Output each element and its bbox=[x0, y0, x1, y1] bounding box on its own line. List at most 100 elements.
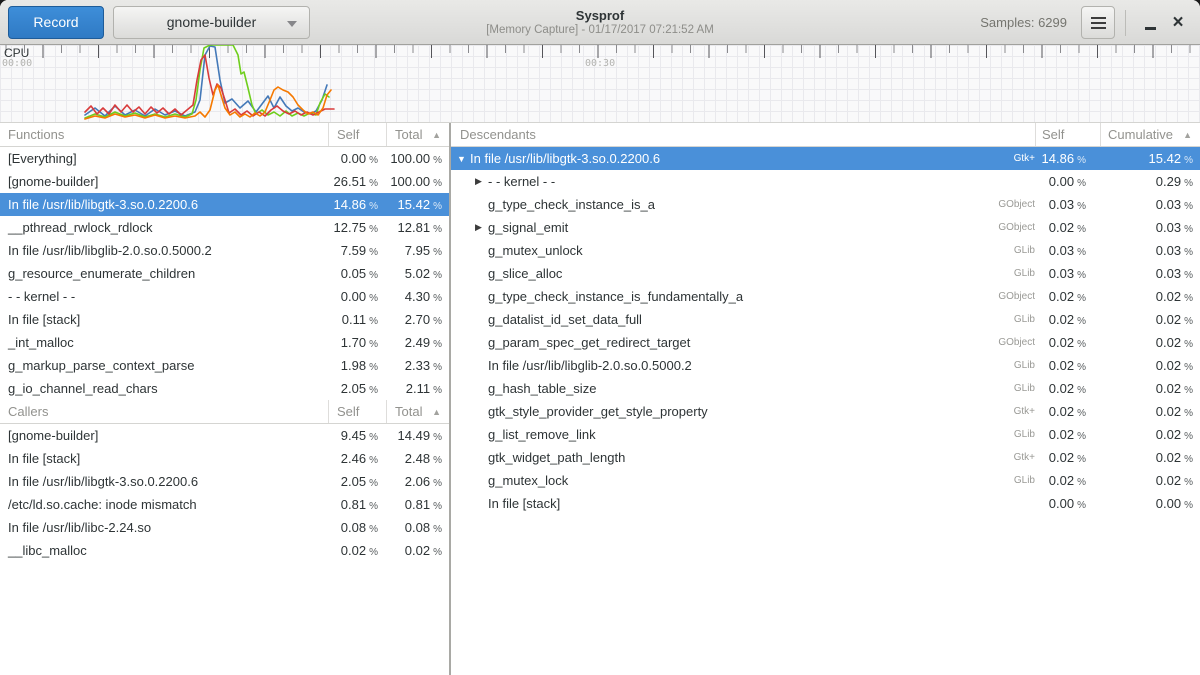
library-tag: Gtk+ bbox=[965, 153, 1035, 164]
percent-value: 0.02% bbox=[1035, 404, 1100, 419]
tree-row[interactable]: g_slice_allocGLib0.03%0.03% bbox=[451, 262, 1200, 285]
functions-column-header[interactable]: Functions bbox=[0, 123, 329, 146]
descendant-name: g_datalist_id_set_data_full bbox=[451, 312, 965, 327]
right-panel: Descendants Self Cumulative ▲ ▼In file /… bbox=[451, 123, 1200, 675]
table-row[interactable]: - - kernel - -0.00%4.30% bbox=[0, 285, 449, 308]
table-row[interactable]: __pthread_rwlock_rdlock12.75%12.81% bbox=[0, 216, 449, 239]
descendant-name: g_slice_alloc bbox=[451, 266, 965, 281]
descendant-name: In file /usr/lib/libglib-2.0.so.0.5000.2 bbox=[451, 358, 965, 373]
percent-value: 0.02% bbox=[1100, 358, 1200, 373]
tree-row[interactable]: g_mutex_lockGLib0.02%0.02% bbox=[451, 469, 1200, 492]
table-row[interactable]: In file /usr/lib/libgtk-3.so.0.2200.614.… bbox=[0, 193, 449, 216]
table-row[interactable]: g_resource_enumerate_children0.05%5.02% bbox=[0, 262, 449, 285]
menu-button[interactable] bbox=[1081, 6, 1115, 39]
close-button[interactable]: × bbox=[1164, 6, 1192, 39]
percent-value: 0.08% bbox=[329, 520, 387, 535]
table-row[interactable]: In file /usr/lib/libc-2.24.so0.08%0.08% bbox=[0, 516, 449, 539]
percent-value: 0.02% bbox=[1035, 312, 1100, 327]
callers-column-header[interactable]: Callers bbox=[0, 400, 329, 423]
tree-row[interactable]: g_type_check_instance_is_aGObject0.03%0.… bbox=[451, 193, 1200, 216]
library-tag: GLib bbox=[965, 475, 1035, 486]
descendant-name: g_list_remove_link bbox=[451, 427, 965, 442]
percent-value: 0.02% bbox=[1035, 427, 1100, 442]
percent-value: 0.02% bbox=[1100, 335, 1200, 350]
tree-row[interactable]: gtk_widget_path_lengthGtk+0.02%0.02% bbox=[451, 446, 1200, 469]
total-column-header[interactable]: Total ▲ bbox=[387, 123, 449, 146]
callers-self-column-header[interactable]: Self bbox=[329, 400, 387, 423]
percent-value: 2.06% bbox=[387, 474, 449, 489]
function-name: __libc_malloc bbox=[0, 543, 329, 558]
function-name: [gnome-builder] bbox=[0, 174, 329, 189]
percent-value: 26.51% bbox=[329, 174, 387, 189]
percent-value: 2.70% bbox=[387, 312, 449, 327]
table-row[interactable]: g_io_channel_read_chars2.05%2.11% bbox=[0, 377, 449, 400]
table-row[interactable]: In file /usr/lib/libgtk-3.so.0.2200.62.0… bbox=[0, 470, 449, 493]
table-row[interactable]: In file [stack]2.46%2.48% bbox=[0, 447, 449, 470]
tree-row[interactable]: g_param_spec_get_redirect_targetGObject0… bbox=[451, 331, 1200, 354]
tree-row[interactable]: ▼In file /usr/lib/libgtk-3.so.0.2200.6Gt… bbox=[451, 147, 1200, 170]
tree-row[interactable]: ▶- - kernel - -0.00%0.29% bbox=[451, 170, 1200, 193]
percent-value: 5.02% bbox=[387, 266, 449, 281]
minimize-button[interactable] bbox=[1136, 6, 1164, 39]
percent-value: 0.02% bbox=[387, 543, 449, 558]
table-row[interactable]: g_markup_parse_context_parse1.98%2.33% bbox=[0, 354, 449, 377]
percent-value: 2.48% bbox=[387, 451, 449, 466]
sort-ascending-icon: ▲ bbox=[432, 130, 441, 140]
percent-value: 0.08% bbox=[387, 520, 449, 535]
percent-value: 0.02% bbox=[1035, 450, 1100, 465]
tree-row[interactable]: ▶g_signal_emitGObject0.02%0.03% bbox=[451, 216, 1200, 239]
percent-value: 14.49% bbox=[387, 428, 449, 443]
descendant-name: ▼In file /usr/lib/libgtk-3.so.0.2200.6 bbox=[451, 151, 965, 166]
table-row[interactable]: [gnome-builder]9.45%14.49% bbox=[0, 424, 449, 447]
sysprof-window: Record gnome-builder Sysprof [Memory Cap… bbox=[0, 0, 1200, 675]
table-row[interactable]: _int_malloc1.70%2.49% bbox=[0, 331, 449, 354]
tree-row[interactable]: In file /usr/lib/libglib-2.0.so.0.5000.2… bbox=[451, 354, 1200, 377]
percent-value: 0.02% bbox=[1100, 312, 1200, 327]
percent-value: 1.98% bbox=[329, 358, 387, 373]
percent-value: 0.02% bbox=[1035, 220, 1100, 235]
hamburger-menu-icon bbox=[1091, 17, 1106, 29]
library-tag: Gtk+ bbox=[965, 452, 1035, 463]
function-name: - - kernel - - bbox=[0, 289, 329, 304]
tree-row[interactable]: g_list_remove_linkGLib0.02%0.02% bbox=[451, 423, 1200, 446]
callers-total-column-header[interactable]: Total ▲ bbox=[387, 400, 449, 423]
cpu-green-trace bbox=[85, 45, 329, 118]
descendant-name: g_mutex_unlock bbox=[451, 243, 965, 258]
percent-value: 15.42% bbox=[1100, 151, 1200, 166]
expander-collapsed-icon[interactable]: ▶ bbox=[475, 222, 488, 233]
percent-value: 9.45% bbox=[329, 428, 387, 443]
tree-row[interactable]: g_hash_table_sizeGLib0.02%0.02% bbox=[451, 377, 1200, 400]
cpu-red-trace bbox=[85, 55, 334, 116]
self-column-header[interactable]: Self bbox=[329, 123, 387, 146]
table-row[interactable]: In file [stack]0.11%2.70% bbox=[0, 308, 449, 331]
descendant-name: ▶g_signal_emit bbox=[451, 220, 965, 235]
percent-value: 0.02% bbox=[1100, 381, 1200, 396]
table-row[interactable]: [Everything]0.00%100.00% bbox=[0, 147, 449, 170]
tree-row[interactable]: g_datalist_id_set_data_fullGLib0.02%0.02… bbox=[451, 308, 1200, 331]
tree-row[interactable]: g_type_check_instance_is_fundamentally_a… bbox=[451, 285, 1200, 308]
descendants-column-header[interactable]: Descendants bbox=[451, 123, 1035, 146]
table-row[interactable]: /etc/ld.so.cache: inode mismatch0.81%0.8… bbox=[0, 493, 449, 516]
expander-collapsed-icon[interactable]: ▶ bbox=[475, 176, 488, 187]
table-row[interactable]: __libc_malloc0.02%0.02% bbox=[0, 539, 449, 562]
callers-table-body: [gnome-builder]9.45%14.49%In file [stack… bbox=[0, 424, 449, 562]
function-name: _int_malloc bbox=[0, 335, 329, 350]
record-button[interactable]: Record bbox=[8, 6, 104, 39]
cumulative-column-header[interactable]: Cumulative ▲ bbox=[1100, 123, 1200, 146]
process-selector-dropdown[interactable]: gnome-builder bbox=[113, 6, 310, 39]
library-tag: GLib bbox=[965, 268, 1035, 279]
tree-row[interactable]: In file [stack]0.00%0.00% bbox=[451, 492, 1200, 515]
tree-row[interactable]: gtk_style_provider_get_style_propertyGtk… bbox=[451, 400, 1200, 423]
library-tag: Gtk+ bbox=[965, 406, 1035, 417]
table-row[interactable]: [gnome-builder]26.51%100.00% bbox=[0, 170, 449, 193]
cpu-graph[interactable]: CPU 00:00 00:30 bbox=[0, 45, 1200, 123]
expander-expanded-icon[interactable]: ▼ bbox=[457, 154, 470, 164]
percent-value: 15.42% bbox=[387, 197, 449, 212]
descendants-self-column-header[interactable]: Self bbox=[1035, 123, 1100, 146]
percent-value: 0.02% bbox=[1100, 473, 1200, 488]
function-name: [Everything] bbox=[0, 151, 329, 166]
tree-row[interactable]: g_mutex_unlockGLib0.03%0.03% bbox=[451, 239, 1200, 262]
percent-value: 0.02% bbox=[329, 543, 387, 558]
table-row[interactable]: In file /usr/lib/libglib-2.0.so.0.5000.2… bbox=[0, 239, 449, 262]
close-icon: × bbox=[1172, 13, 1183, 32]
